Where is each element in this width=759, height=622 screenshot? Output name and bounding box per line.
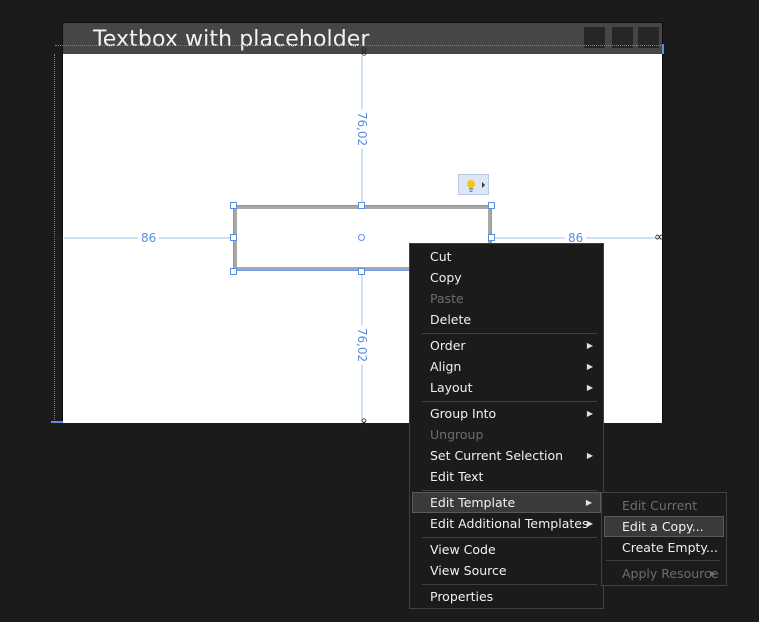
menu-item-delete[interactable]: Delete — [412, 309, 601, 330]
menu-item-align[interactable]: Align ▶ — [412, 356, 601, 377]
submenu-arrow-icon: ▶ — [585, 498, 592, 507]
bottom-margin-value[interactable]: 76,02 — [355, 324, 370, 366]
menu-separator — [422, 401, 597, 402]
menu-item-set-current-selection[interactable]: Set Current Selection ▶ — [412, 445, 601, 466]
menu-item-cut[interactable]: Cut — [412, 246, 601, 267]
top-margin-value[interactable]: 76,02 — [355, 108, 370, 150]
context-menu: Cut Copy Paste Delete Order ▶ Align ▶ Layo… — [409, 243, 604, 609]
menu-item-copy[interactable]: Copy — [412, 267, 601, 288]
menu-item-order[interactable]: Order ▶ — [412, 335, 601, 356]
left-margin-value[interactable]: 86 — [138, 231, 160, 245]
menu-item-view-code[interactable]: View Code — [412, 539, 601, 560]
right-anchor-icon[interactable]: ∞ — [654, 231, 665, 244]
resize-handle-top[interactable] — [358, 202, 365, 209]
resize-handle-top-left[interactable] — [230, 202, 237, 209]
menu-item-properties[interactable]: Properties — [412, 586, 601, 607]
submenu-arrow-icon: ▶ — [586, 519, 593, 528]
menu-separator — [422, 537, 597, 538]
resize-handle-bottom-left[interactable] — [230, 268, 237, 275]
submenu-item-edit-current[interactable]: Edit Current — [604, 495, 724, 516]
window-title: Textbox with placeholder — [93, 27, 370, 52]
submenu-arrow-icon: ▶ — [586, 383, 593, 392]
submenu-arrow-icon: ▶ — [586, 362, 593, 371]
menu-separator — [606, 560, 720, 561]
submenu-arrow-icon: ▶ — [586, 409, 593, 418]
submenu-item-edit-a-copy[interactable]: Edit a Copy... — [604, 516, 724, 537]
menu-separator — [422, 490, 597, 491]
edit-template-submenu: Edit Current Edit a Copy... Create Empty… — [601, 492, 727, 586]
quick-actions-button[interactable] — [458, 174, 489, 195]
submenu-arrow-icon: ▶ — [586, 341, 593, 350]
menu-item-edit-template[interactable]: Edit Template ▶ — [412, 492, 601, 513]
resize-handle-bottom[interactable] — [358, 268, 365, 275]
menu-separator — [422, 333, 597, 334]
submenu-item-apply-resource[interactable]: Apply Resource ▶ — [604, 563, 724, 584]
menu-separator — [422, 584, 597, 585]
menu-item-edit-additional-templates[interactable]: Edit Additional Templates ▶ — [412, 513, 601, 534]
bottom-anchor-icon[interactable]: ∞ — [356, 417, 371, 428]
top-anchor-icon[interactable]: ∞ — [356, 46, 371, 57]
resize-handle-right[interactable] — [488, 234, 495, 241]
menu-item-group-into[interactable]: Group Into ▶ — [412, 403, 601, 424]
render-transform-origin[interactable] — [358, 234, 365, 241]
menu-item-edit-text[interactable]: Edit Text — [412, 466, 601, 487]
menu-item-paste[interactable]: Paste — [412, 288, 601, 309]
menu-item-view-source[interactable]: View Source — [412, 560, 601, 581]
height-adorner-end — [51, 421, 63, 423]
lightbulb-icon — [467, 180, 485, 192]
left-anchor-icon[interactable]: ∞ — [53, 231, 64, 244]
resize-handle-top-right[interactable] — [488, 202, 495, 209]
menu-item-ungroup[interactable]: Ungroup — [412, 424, 601, 445]
submenu-arrow-icon: ▶ — [709, 569, 716, 578]
width-adorner-end — [662, 44, 664, 54]
submenu-arrow-icon: ▶ — [586, 451, 593, 460]
submenu-item-create-empty[interactable]: Create Empty... — [604, 537, 724, 558]
menu-item-layout[interactable]: Layout ▶ — [412, 377, 601, 398]
resize-handle-left[interactable] — [230, 234, 237, 241]
